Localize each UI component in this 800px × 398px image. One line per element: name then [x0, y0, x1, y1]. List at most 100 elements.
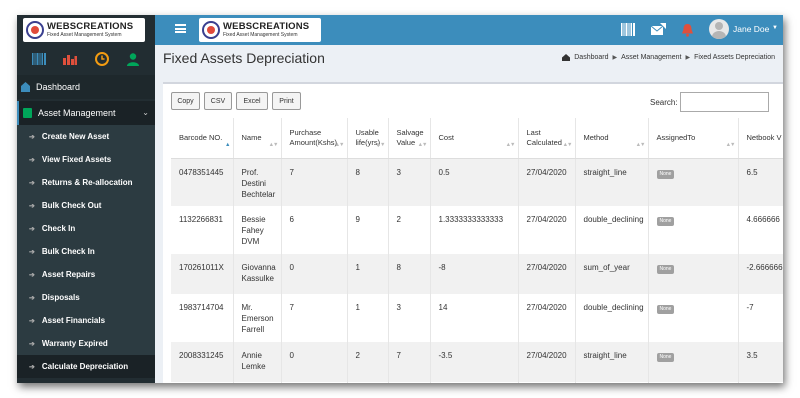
caret-down-icon[interactable]: ▼: [772, 25, 778, 31]
cell-salvage: 8: [387, 254, 430, 294]
breadcrumb-separator-icon: ▶: [612, 55, 618, 61]
sidebar-item-warranty-expired[interactable]: ➔ Warranty Expired: [17, 332, 155, 355]
cell-netbook: [737, 382, 783, 383]
table-header-row: Barcode NO. ▲ Name ▲▼ Purchase Amount(Kshs…: [171, 118, 783, 159]
barcode-icon[interactable]: [621, 23, 635, 37]
depreciation-box: Copy CSV Excel Print Search: Barcode NO.…: [163, 82, 783, 383]
cell-life: 1: [346, 254, 388, 294]
column-header-last-calculated[interactable]: Last Calculated ▲▼: [517, 118, 575, 159]
column-header-name[interactable]: Name ▲▼: [232, 118, 281, 159]
sidebar-item-dashboard[interactable]: Dashboard: [17, 75, 155, 99]
print-button[interactable]: Print: [272, 92, 301, 110]
send-icon[interactable]: [650, 23, 666, 37]
cell-netbook: 4.666666: [737, 206, 783, 254]
header-logo[interactable]: WEBSCREATIONS Fixed Asset Management Sys…: [199, 18, 321, 42]
cell-name: Prof. Destini Bechtelar: [232, 158, 281, 206]
status-badge: None: [656, 217, 675, 226]
cell-cost: [429, 382, 518, 383]
logo-title: WEBSCREATIONS: [223, 21, 310, 33]
excel-button[interactable]: Excel: [236, 92, 268, 110]
search-input[interactable]: [680, 92, 769, 112]
column-header-salvage-value[interactable]: Salvage Value ▲▼: [387, 118, 430, 159]
cell-method: straight_line: [574, 158, 648, 206]
breadcrumb-item-dashboard[interactable]: Dashboard: [574, 54, 608, 61]
sidebar-item-check-in[interactable]: ➔ Check In: [17, 217, 155, 240]
sort-icon: ▲▼: [635, 142, 646, 149]
sidebar-item-asset-management[interactable]: Asset Management ⌄: [17, 101, 155, 125]
sidebar-item-label: Returns & Re-allocation: [41, 178, 133, 187]
bar-chart-icon[interactable]: [63, 52, 78, 66]
table-row[interactable]: [171, 382, 783, 383]
arrow-right-icon: ➔: [29, 156, 35, 164]
cell-purchase: 6: [280, 206, 347, 254]
sidebar-item-create-new-asset[interactable]: ➔ Create New Asset: [17, 125, 155, 148]
cell-purchase: [280, 382, 347, 383]
logo-icon: [202, 21, 220, 39]
logo-subtitle: Fixed Asset Management System: [223, 31, 298, 38]
cell-cost: -3.5: [429, 342, 518, 382]
sidebar-item-disposals[interactable]: ➔ Disposals: [17, 286, 155, 309]
breadcrumb: Dashboard ▶ Asset Management ▶ Fixed Ass…: [562, 54, 775, 61]
arrow-right-icon: ➔: [29, 248, 35, 256]
sidebar-item-label: Disposals: [41, 293, 80, 302]
chevron-down-icon: ⌄: [142, 108, 149, 117]
cell-netbook: 3.5: [737, 342, 783, 382]
sidebar-item-label: Create New Asset: [41, 132, 110, 141]
sidebar-item-label: View Fixed Assets: [41, 155, 112, 164]
sidebar-item-view-fixed-assets[interactable]: ➔ View Fixed Assets: [17, 148, 155, 171]
user-name[interactable]: Jane Doe: [733, 24, 769, 34]
table-row[interactable]: 1983714704 Mr. Emerson Farrell 7 1 3 14 …: [171, 294, 783, 342]
barcode-icon[interactable]: [31, 52, 46, 66]
sidebar-logo[interactable]: WEBSCREATIONS Fixed Asset Management Sys…: [23, 18, 145, 42]
bell-icon[interactable]: [681, 23, 695, 37]
sidebar-item-bulk-check-out[interactable]: ➔ Bulk Check Out: [17, 194, 155, 217]
cell-barcode: 1983714704: [171, 294, 233, 342]
cell-netbook: -2.666666: [737, 254, 783, 294]
arrow-right-icon: ➔: [29, 271, 35, 279]
cell-barcode: 2008331245: [171, 342, 233, 382]
column-header-purchase-amount[interactable]: Purchase Amount(Kshs) ▲▼: [280, 118, 347, 159]
app-window: WEBSCREATIONS Fixed Asset Management Sys…: [17, 15, 783, 383]
hamburger-menu-icon[interactable]: [175, 24, 186, 33]
sidebar-item-calculate-depreciation[interactable]: ➔ Calculate Depreciation: [17, 355, 155, 378]
breadcrumb-item-asset-management[interactable]: Asset Management: [621, 54, 681, 61]
column-header-label: AssignedTo: [656, 132, 696, 142]
sidebar: WEBSCREATIONS Fixed Asset Management Sys…: [17, 15, 155, 383]
sidebar-item-bulk-check-in[interactable]: ➔ Bulk Check In: [17, 240, 155, 263]
arrow-right-icon: ➔: [29, 225, 35, 233]
sort-icon: ▲▼: [725, 142, 736, 149]
sidebar-item-label: Bulk Check In: [41, 247, 95, 256]
cell-life: 1: [346, 294, 388, 342]
column-header-cost[interactable]: Cost ▲▼: [429, 118, 518, 159]
avatar[interactable]: [709, 19, 729, 39]
column-header-usable-life[interactable]: Usable life(yrs) ▲▼: [346, 118, 388, 159]
clock-icon[interactable]: [94, 52, 109, 66]
sidebar-item-asset-financials[interactable]: ➔ Asset Financials: [17, 309, 155, 332]
column-header-method[interactable]: Method ▲▼: [574, 118, 648, 159]
table-row[interactable]: 2008331245 Annie Lemke 0 2 7 -3.5 27/04/…: [171, 342, 783, 382]
table-row[interactable]: 0478351445 Prof. Destini Bechtelar 7 8 3…: [171, 158, 783, 206]
cell-name: Mr. Emerson Farrell: [232, 294, 281, 342]
sidebar-item-asset-repairs[interactable]: ➔ Asset Repairs: [17, 263, 155, 286]
column-header-assigned-to[interactable]: AssignedTo ▲▼: [647, 118, 738, 159]
cell-last-calculated: 27/04/2020: [517, 254, 575, 294]
sidebar-quick-icons: [17, 45, 155, 73]
user-icon[interactable]: [126, 52, 140, 66]
cell-name: Annie Lemke: [232, 342, 281, 382]
search-label: Search:: [650, 98, 678, 107]
logo-icon: [26, 21, 44, 39]
table-row[interactable]: 170261011X Giovanna Kassulke 0 1 8 -8 27…: [171, 254, 783, 294]
cell-assigned: None: [647, 206, 738, 254]
cell-life: 8: [346, 158, 388, 206]
cell-purchase: 7: [280, 294, 347, 342]
breadcrumb-item-current: Fixed Assets Depreciation: [694, 54, 775, 61]
column-header-netbook-value[interactable]: Netbook V: [737, 118, 783, 159]
sidebar-item-returns[interactable]: ➔ Returns & Re-allocation: [17, 171, 155, 194]
csv-button[interactable]: CSV: [204, 92, 232, 110]
cell-cost: 1.3333333333333: [429, 206, 518, 254]
table-row[interactable]: 1132266831 Bessie Fahey DVM 6 9 2 1.3333…: [171, 206, 783, 254]
cell-life: 2: [346, 342, 388, 382]
copy-button[interactable]: Copy: [171, 92, 200, 110]
column-header-barcode[interactable]: Barcode NO. ▲: [171, 118, 233, 159]
cell-assigned: None: [647, 342, 738, 382]
